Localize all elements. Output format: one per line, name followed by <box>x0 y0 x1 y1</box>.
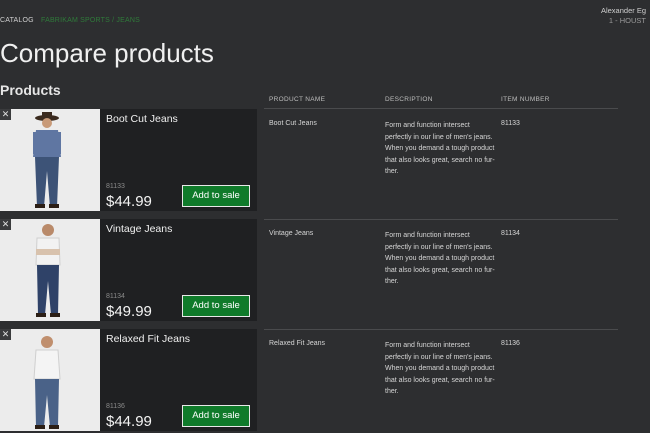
column-header-description: DESCRIPTION <box>385 96 433 103</box>
cell-item-number: 81136 <box>501 340 520 347</box>
model-figure-icon <box>0 109 100 211</box>
product-card: ✕ Boot Cut Jeans 81133 $44.99 Add to sal… <box>0 109 257 211</box>
product-price: $44.99 <box>106 193 152 210</box>
table-divider <box>264 329 618 330</box>
cell-product-name: Relaxed Fit Jeans <box>269 340 326 347</box>
page-title: Compare products <box>0 38 214 68</box>
column-header-product-name: PRODUCT NAME <box>269 96 326 103</box>
breadcrumb-catalog[interactable]: CATALOG <box>0 17 34 24</box>
product-card: ✕ Vintage Jeans 81134 $49.99 Add to sale <box>0 219 257 321</box>
product-card: ✕ Relaxed Fit Jeans 81136 $44.99 Add to … <box>0 329 257 431</box>
breadcrumb: CATALOG FABRIKAM SPORTS / JEANS <box>0 17 140 24</box>
section-title: Products <box>0 82 61 98</box>
product-image <box>0 329 100 431</box>
product-price: $44.99 <box>106 413 152 430</box>
model-figure-icon <box>0 219 100 321</box>
product-name: Relaxed Fit Jeans <box>106 333 191 345</box>
product-name: Boot Cut Jeans <box>106 113 178 125</box>
cell-product-name: Vintage Jeans <box>269 230 314 237</box>
remove-product-button[interactable]: ✕ <box>0 219 11 230</box>
table-divider <box>264 219 618 220</box>
product-image <box>0 219 100 321</box>
product-name: Vintage Jeans <box>106 223 173 235</box>
model-figure-icon <box>0 329 100 431</box>
product-price: $49.99 <box>106 303 152 320</box>
cell-description: Form and function intersect perfectly in… <box>385 342 495 395</box>
breadcrumb-category[interactable]: FABRIKAM SPORTS / JEANS <box>41 17 140 24</box>
table-divider <box>264 108 618 109</box>
column-header-item-number: ITEM NUMBER <box>501 96 550 103</box>
cell-item-number: 81133 <box>501 120 520 127</box>
product-image <box>0 109 100 211</box>
cell-description: Form and function intersect perfectly in… <box>385 232 495 285</box>
cell-description: Form and function intersect perfectly in… <box>385 122 495 175</box>
store-name: 1 - HOUST <box>608 16 646 25</box>
user-info[interactable]: Alexander Eg 1 - HOUST <box>601 6 646 26</box>
item-number: 81134 <box>106 293 125 300</box>
top-bar: CATALOG FABRIKAM SPORTS / JEANS Alexande… <box>0 0 650 30</box>
add-to-sale-button[interactable]: Add to sale <box>182 405 250 427</box>
add-to-sale-button[interactable]: Add to sale <box>182 185 250 207</box>
cell-item-number: 81134 <box>501 230 520 237</box>
remove-product-button[interactable]: ✕ <box>0 329 11 340</box>
user-name: Alexander Eg <box>600 6 646 15</box>
add-to-sale-button[interactable]: Add to sale <box>182 295 250 317</box>
cell-product-name: Boot Cut Jeans <box>269 120 317 127</box>
item-number: 81133 <box>106 183 125 190</box>
remove-product-button[interactable]: ✕ <box>0 109 11 120</box>
item-number: 81136 <box>106 403 125 410</box>
